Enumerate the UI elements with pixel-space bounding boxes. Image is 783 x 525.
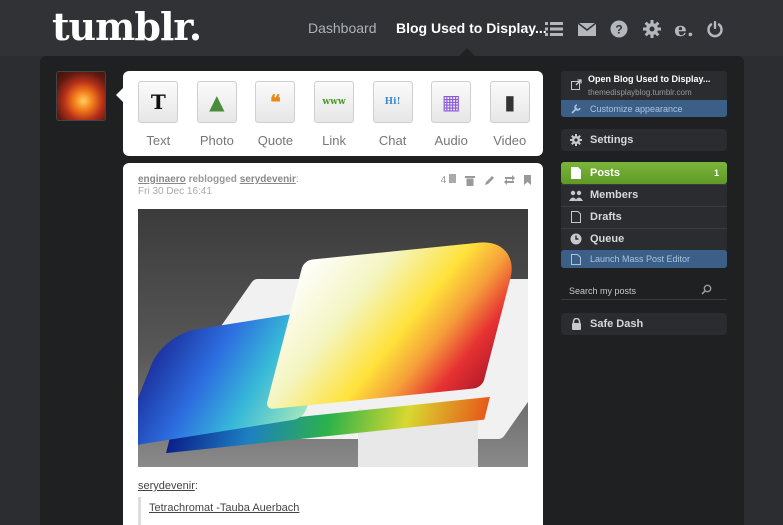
list-icon[interactable] bbox=[543, 18, 565, 40]
blog-url[interactable]: themedisplayblog.tumblr.com bbox=[588, 88, 692, 97]
mass-editor-label: Launch Mass Post Editor bbox=[590, 254, 691, 264]
safe-dash-label: Safe Dash bbox=[590, 318, 644, 330]
audio-icon: ▦ bbox=[431, 81, 472, 123]
post-source[interactable]: serydevenir: bbox=[138, 480, 198, 492]
pencil-icon[interactable] bbox=[484, 175, 495, 186]
posts-label: Posts bbox=[590, 167, 620, 179]
post-type-photo[interactable]: ▲ Photo bbox=[188, 77, 247, 156]
sidebar-item-queue[interactable]: Queue bbox=[561, 228, 727, 250]
reblog-text: reblogged bbox=[185, 174, 240, 185]
quote-icon: ❝ bbox=[255, 81, 296, 123]
sidebar-item-drafts[interactable]: Drafts bbox=[561, 206, 727, 228]
settings-label: Settings bbox=[590, 134, 634, 146]
chat-icon: Hi! bbox=[372, 81, 413, 123]
svg-text:?: ? bbox=[615, 23, 622, 37]
avatar-pointer bbox=[116, 88, 123, 102]
post-type-label: Video bbox=[493, 133, 527, 148]
note-count-value: 4 bbox=[440, 175, 447, 186]
post-type-label: Quote bbox=[257, 133, 294, 148]
search-posts[interactable] bbox=[561, 282, 727, 300]
queue-label: Queue bbox=[590, 233, 625, 245]
source-user-link[interactable]: serydevenir bbox=[240, 174, 296, 185]
photo-icon-glyph: ▲ bbox=[209, 90, 225, 114]
video-icon-glyph: ▮ bbox=[504, 90, 516, 114]
mass-post-editor[interactable]: Launch Mass Post Editor bbox=[561, 250, 727, 268]
trash-icon[interactable] bbox=[465, 175, 475, 186]
sidebar-item-members[interactable]: Members bbox=[561, 184, 727, 206]
post-author-link[interactable]: enginaero bbox=[138, 174, 186, 185]
photo-icon: ▲ bbox=[196, 81, 237, 123]
external-link-icon bbox=[568, 77, 584, 91]
notes-icon bbox=[449, 174, 456, 183]
lock-icon bbox=[568, 317, 584, 331]
video-icon: ▮ bbox=[489, 81, 530, 123]
settings-gear-icon bbox=[568, 133, 584, 147]
post-type-bar: T Text ▲ Photo ❝ Quote www Link Hi! Chat ▦ Audio ▮ Vi… bbox=[123, 71, 543, 156]
customize-appearance[interactable]: Customize appearance bbox=[561, 100, 727, 117]
edit-icon[interactable]: e. bbox=[673, 17, 695, 41]
link-icon: www bbox=[314, 81, 355, 123]
avatar[interactable] bbox=[56, 71, 106, 121]
post-photo[interactable] bbox=[138, 209, 528, 467]
members-icon bbox=[568, 188, 584, 202]
posts-icon bbox=[568, 166, 584, 180]
post-source-name[interactable]: serydevenir bbox=[138, 480, 195, 492]
tumblr-logo[interactable]: tumblr. bbox=[52, 4, 202, 49]
mail-icon[interactable] bbox=[576, 18, 598, 40]
post-header: enginaero reblogged serydevenir: bbox=[138, 174, 299, 185]
search-input[interactable] bbox=[561, 285, 701, 296]
post-controls: 4 bbox=[441, 174, 531, 186]
search-icon[interactable] bbox=[701, 284, 712, 298]
post-type-quote[interactable]: ❝ Quote bbox=[246, 77, 305, 156]
post-type-text[interactable]: T Text bbox=[129, 77, 188, 156]
drafts-label: Drafts bbox=[590, 211, 622, 223]
mass-editor-icon bbox=[568, 252, 584, 266]
post-card: enginaero reblogged serydevenir: Fri 30 … bbox=[123, 163, 543, 525]
customize-label: Customize appearance bbox=[590, 103, 683, 114]
bookmark-icon[interactable] bbox=[524, 175, 531, 185]
audio-icon-glyph: ▦ bbox=[441, 90, 461, 114]
reblog-icon[interactable] bbox=[504, 175, 515, 185]
power-icon[interactable] bbox=[704, 18, 726, 40]
blog-title[interactable]: Open Blog Used to Display... bbox=[588, 74, 710, 84]
text-icon-glyph: T bbox=[150, 90, 166, 114]
quote-link[interactable]: Tetrachromat -Tauba Auerbach bbox=[149, 502, 299, 514]
link-icon-glyph: www bbox=[322, 97, 346, 107]
post-source-colon: : bbox=[194, 480, 198, 492]
wrench-icon bbox=[568, 102, 584, 116]
safe-dash-toggle[interactable]: Safe Dash bbox=[561, 313, 727, 335]
post-type-label: Photo bbox=[199, 133, 234, 148]
queue-clock-icon bbox=[568, 232, 584, 246]
nav-blog[interactable]: Blog Used to Display... bbox=[396, 20, 547, 36]
post-type-label: Chat bbox=[378, 133, 407, 148]
quote-icon-glyph: ❝ bbox=[270, 90, 281, 114]
post-quote: Tetrachromat -Tauba Auerbach bbox=[138, 497, 299, 525]
post-type-audio[interactable]: ▦ Audio bbox=[422, 77, 481, 156]
chat-icon-glyph: Hi! bbox=[384, 97, 401, 107]
header-colon: : bbox=[295, 174, 299, 185]
nav-dashboard[interactable]: Dashboard bbox=[308, 20, 377, 36]
post-type-link[interactable]: www Link bbox=[305, 77, 364, 156]
post-type-label: Text bbox=[146, 133, 171, 148]
help-icon[interactable]: ? bbox=[608, 18, 630, 40]
sidebar-item-posts[interactable]: Posts 1 bbox=[561, 162, 727, 184]
post-date: Fri 30 Dec 16:41 bbox=[138, 186, 212, 197]
text-icon: T bbox=[138, 81, 179, 123]
members-label: Members bbox=[590, 189, 639, 201]
post-type-chat[interactable]: Hi! Chat bbox=[363, 77, 422, 156]
settings-link[interactable]: Settings bbox=[561, 129, 727, 151]
gear-icon[interactable] bbox=[641, 18, 663, 40]
posts-count-badge: 1 bbox=[713, 168, 719, 178]
drafts-icon bbox=[568, 210, 584, 224]
note-count[interactable]: 4 bbox=[441, 174, 456, 186]
post-type-label: Link bbox=[322, 133, 346, 148]
post-type-label: Audio bbox=[434, 133, 468, 148]
post-type-video[interactable]: ▮ Video bbox=[480, 77, 539, 156]
